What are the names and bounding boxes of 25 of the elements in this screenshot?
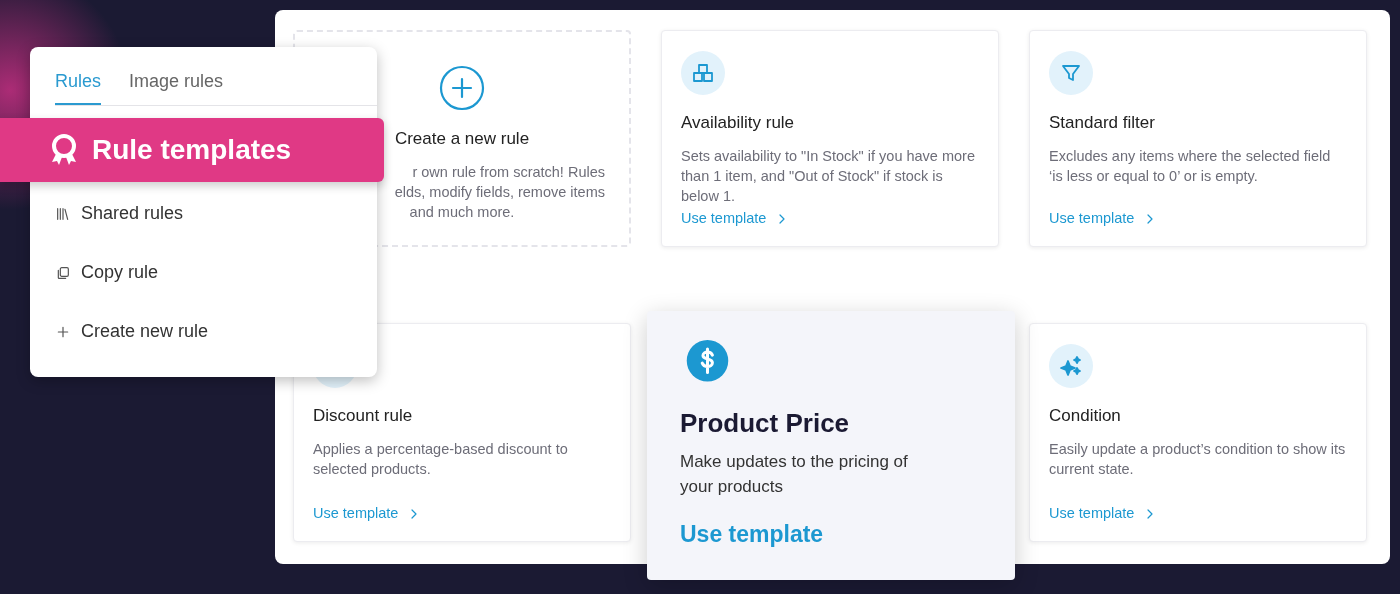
use-template-link[interactable]: Use template	[1049, 208, 1157, 230]
card-title: Discount rule	[313, 405, 414, 427]
card-title: Create a new rule	[394, 128, 530, 150]
card-description: and much more.	[408, 202, 516, 222]
card-description: Excludes any items where the selected field ‘is less or equal to 0’ or is empty.	[1049, 146, 1332, 186]
card-description: Make updates to the pricing of your products	[680, 450, 909, 498]
card-description: Applies a percentage-based discount to selected products.	[313, 439, 569, 479]
rule-templates-banner[interactable]: Rule templates	[0, 118, 384, 182]
banner-title: Rule templates	[92, 133, 292, 167]
card-description: Sets availability to "In Stock" if you have more than 1 item, and "Out of Stock" if stock is below 1.	[681, 146, 976, 206]
menu-item[interactable]: Copy rule	[55, 259, 377, 286]
card-title: Condition	[1049, 405, 1122, 427]
use-template-link[interactable]: Use template	[680, 516, 824, 551]
card-title: Availability rule	[681, 112, 796, 134]
tab[interactable]: Rules	[55, 47, 102, 105]
tab[interactable]: Image rules	[129, 47, 224, 105]
menu-item[interactable]: Create new rule	[55, 318, 377, 345]
card-description: elds, modify fields, remove items	[393, 182, 606, 202]
card-description: r own rule from scratch! Rules	[411, 162, 606, 182]
use-template-link[interactable]: Use template	[1049, 503, 1157, 525]
use-template-link[interactable]: Use template	[313, 503, 421, 525]
card-title: Product Price	[680, 406, 851, 440]
card-title: Standard filter	[1049, 112, 1156, 134]
card-description: Easily update a product’s condition to show its current state.	[1049, 439, 1347, 479]
use-template-link[interactable]: Use template	[681, 208, 789, 230]
